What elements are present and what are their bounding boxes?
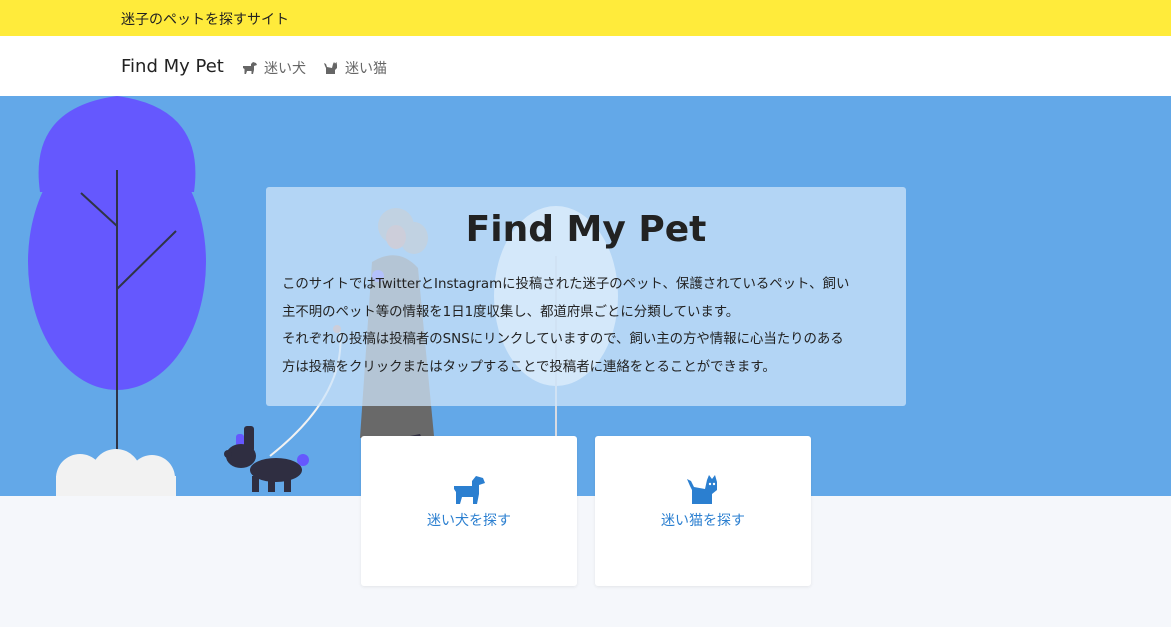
dog-icon <box>243 62 257 74</box>
nav-link-label: 迷い猫 <box>345 61 387 77</box>
nav-link-lost-cats[interactable]: 迷い猫 <box>323 58 387 78</box>
find-dogs-label: 迷い犬を探す <box>427 513 511 529</box>
nav-link-label: 迷い犬 <box>264 61 306 77</box>
bush <box>56 449 176 496</box>
cat-icon <box>687 475 717 504</box>
dog-icon <box>454 476 485 504</box>
description-line: それぞれの投稿は投稿者のSNSにリンクしていますので、飼い主の方や情報に心当たり… <box>282 332 844 347</box>
dog-walking <box>224 426 309 492</box>
navbar: Find My Pet 迷い犬 迷い猫 <box>0 36 1171 96</box>
brand-logo[interactable]: Find My Pet <box>121 56 224 77</box>
find-cats-label: 迷い猫を探す <box>661 513 745 529</box>
site-tagline: 迷子のペットを探すサイト <box>121 12 289 28</box>
find-dogs-card[interactable]: 迷い犬を探す <box>361 436 577 586</box>
hero-description: このサイトではTwitterとInstagramに投稿された迷子のペット、保護さ… <box>282 271 892 381</box>
description-line: このサイトではTwitterとInstagramに投稿された迷子のペット、保護さ… <box>282 277 850 292</box>
hero-title: Find My Pet <box>465 209 707 250</box>
intro-panel: Find My Pet このサイトではTwitterとInstagramに投稿さ… <box>266 187 906 406</box>
nav-link-lost-dogs[interactable]: 迷い犬 <box>242 58 306 78</box>
find-cats-card[interactable]: 迷い猫を探す <box>595 436 811 586</box>
description-line: 主不明のペット等の情報を1日1度収集し、都道府県ごとに分類しています。 <box>282 304 740 320</box>
top-banner: 迷子のペットを探すサイト <box>0 0 1171 36</box>
description-line: 方は投稿をクリックまたはタップすることで投稿者に連絡をとることができます。 <box>282 359 776 375</box>
cat-icon <box>324 62 337 74</box>
